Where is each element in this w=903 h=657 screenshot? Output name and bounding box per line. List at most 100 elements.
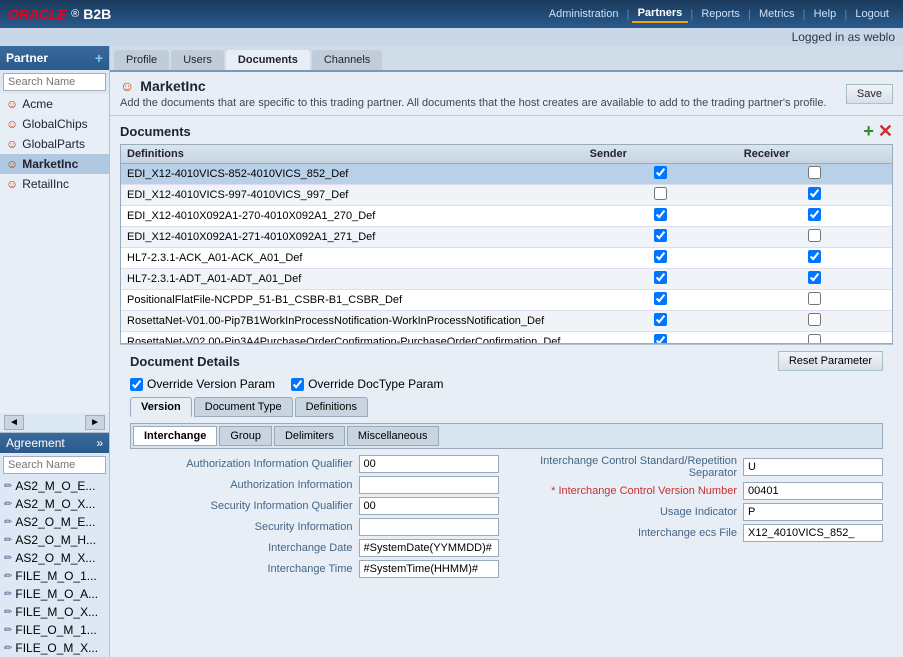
sender-checkbox-3[interactable] xyxy=(654,229,667,242)
receiver-checkbox-1[interactable] xyxy=(808,187,821,200)
interchange-tab-delimiters[interactable]: Delimiters xyxy=(274,426,345,446)
sender-cell[interactable] xyxy=(584,332,738,345)
receiver-cell[interactable] xyxy=(738,185,892,206)
sender-checkbox-2[interactable] xyxy=(654,208,667,221)
tab-profile[interactable]: Profile xyxy=(114,50,169,70)
agreement-item-5[interactable]: ✏ FILE_M_O_1... xyxy=(0,567,109,585)
tab-users[interactable]: Users xyxy=(171,50,224,70)
receiver-cell[interactable] xyxy=(738,269,892,290)
sender-cell[interactable] xyxy=(584,206,738,227)
agreement-item-9[interactable]: ✏ FILE_O_M_X... xyxy=(0,639,109,657)
receiver-checkbox-7[interactable] xyxy=(808,313,821,326)
partner-item-globalchips[interactable]: ☺ GlobalChips xyxy=(0,114,109,134)
sender-checkbox-8[interactable] xyxy=(654,334,667,344)
nav-help[interactable]: Help xyxy=(808,6,843,22)
tab-channels[interactable]: Channels xyxy=(312,50,382,70)
agreement-search-input[interactable] xyxy=(3,456,106,474)
nav-partners[interactable]: Partners xyxy=(632,5,689,23)
receiver-checkbox-6[interactable] xyxy=(808,292,821,305)
agreement-item-7[interactable]: ✏ FILE_M_O_X... xyxy=(0,603,109,621)
scroll-left-btn[interactable]: ◄ xyxy=(4,415,24,430)
receiver-cell[interactable] xyxy=(738,311,892,332)
sender-cell[interactable] xyxy=(584,185,738,206)
sender-cell[interactable] xyxy=(584,290,738,311)
table-row[interactable]: HL7-2.3.1-ADT_A01-ADT_A01_Def xyxy=(121,269,892,290)
form-input-interchange-control-version[interactable] xyxy=(743,482,883,500)
receiver-checkbox-3[interactable] xyxy=(808,229,821,242)
add-document-button[interactable]: + xyxy=(863,122,874,140)
sender-checkbox-6[interactable] xyxy=(654,292,667,305)
receiver-checkbox-4[interactable] xyxy=(808,250,821,263)
agreement-item-0[interactable]: ✏ AS2_M_O_E... xyxy=(0,477,109,495)
form-input-auth-info[interactable] xyxy=(359,476,499,494)
nav-reports[interactable]: Reports xyxy=(695,6,746,22)
sender-cell[interactable] xyxy=(584,227,738,248)
receiver-cell[interactable] xyxy=(738,164,892,185)
sender-checkbox-4[interactable] xyxy=(654,250,667,263)
add-partner-button[interactable]: + xyxy=(95,50,103,66)
agreement-item-4[interactable]: ✏ AS2_O_M_X... xyxy=(0,549,109,567)
form-input-interchange-date[interactable] xyxy=(359,539,499,557)
agreement-label-2: AS2_O_M_E... xyxy=(15,515,95,529)
nav-logout[interactable]: Logout xyxy=(849,6,895,22)
table-row[interactable]: PositionalFlatFile-NCPDP_51-B1_CSBR-B1_C… xyxy=(121,290,892,311)
remove-document-button[interactable]: ✕ xyxy=(878,122,893,140)
partner-item-retailinc[interactable]: ☺ RetailInc xyxy=(0,174,109,194)
table-row[interactable]: EDI_X12-4010VICS-997-4010VICS_997_Def xyxy=(121,185,892,206)
save-button[interactable]: Save xyxy=(846,84,893,104)
interchange-tab-interchange[interactable]: Interchange xyxy=(133,426,217,446)
form-input-security-info-qualifier[interactable] xyxy=(359,497,499,515)
agreement-item-3[interactable]: ✏ AS2_O_M_H... xyxy=(0,531,109,549)
agreement-item-6[interactable]: ✏ FILE_M_O_A... xyxy=(0,585,109,603)
sender-checkbox-0[interactable] xyxy=(654,166,667,179)
partner-item-marketinc[interactable]: ☺ MarketInc xyxy=(0,154,109,174)
receiver-cell[interactable] xyxy=(738,248,892,269)
sender-checkbox-5[interactable] xyxy=(654,271,667,284)
receiver-checkbox-5[interactable] xyxy=(808,271,821,284)
sender-cell[interactable] xyxy=(584,164,738,185)
receiver-cell[interactable] xyxy=(738,332,892,345)
agreement-item-2[interactable]: ✏ AS2_O_M_E... xyxy=(0,513,109,531)
form-input-interchange-time[interactable] xyxy=(359,560,499,578)
form-input-auth-info-qualifier[interactable] xyxy=(359,455,499,473)
sender-checkbox-1[interactable] xyxy=(654,187,667,200)
partner-item-acme[interactable]: ☺ Acme xyxy=(0,94,109,114)
sub-tab-definitions[interactable]: Definitions xyxy=(295,397,368,417)
sender-cell[interactable] xyxy=(584,269,738,290)
table-row[interactable]: EDI_X12-4010X092A1-271-4010X092A1_271_De… xyxy=(121,227,892,248)
scroll-right-btn[interactable]: ► xyxy=(85,415,105,430)
receiver-cell[interactable] xyxy=(738,290,892,311)
sender-cell[interactable] xyxy=(584,248,738,269)
nav-administration[interactable]: Administration xyxy=(543,6,625,22)
table-row[interactable]: EDI_X12-4010X092A1-270-4010X092A1_270_De… xyxy=(121,206,892,227)
interchange-tab-miscellaneous[interactable]: Miscellaneous xyxy=(347,426,439,446)
receiver-cell[interactable] xyxy=(738,206,892,227)
agreement-item-1[interactable]: ✏ AS2_M_O_X... xyxy=(0,495,109,513)
interchange-tab-group[interactable]: Group xyxy=(219,426,272,446)
form-input-interchange-ecs-file[interactable] xyxy=(743,524,883,542)
nav-metrics[interactable]: Metrics xyxy=(753,6,800,22)
table-row[interactable]: EDI_X12-4010VICS-852-4010VICS_852_Def xyxy=(121,164,892,185)
sender-checkbox-7[interactable] xyxy=(654,313,667,326)
table-row[interactable]: RosettaNet-V02.00-Pip3A4PurchaseOrderCon… xyxy=(121,332,892,345)
partner-item-globalparts[interactable]: ☺ GlobalParts xyxy=(0,134,109,154)
form-input-interchange-control-std[interactable] xyxy=(743,458,883,476)
sub-tab-document-type[interactable]: Document Type xyxy=(194,397,293,417)
receiver-checkbox-8[interactable] xyxy=(808,334,821,344)
table-row[interactable]: RosettaNet-V01.00-Pip7B1WorkInProcessNot… xyxy=(121,311,892,332)
sender-cell[interactable] xyxy=(584,311,738,332)
override-doctype-checkbox[interactable] xyxy=(291,378,304,391)
reset-parameter-button[interactable]: Reset Parameter xyxy=(778,351,883,371)
receiver-checkbox-0[interactable] xyxy=(808,166,821,179)
table-row[interactable]: HL7-2.3.1-ACK_A01-ACK_A01_Def xyxy=(121,248,892,269)
form-input-usage-indicator[interactable] xyxy=(743,503,883,521)
sub-tab-version[interactable]: Version xyxy=(130,397,192,417)
tab-documents[interactable]: Documents xyxy=(226,50,310,70)
agreement-item-8[interactable]: ✏ FILE_O_M_1... xyxy=(0,621,109,639)
form-input-security-info[interactable] xyxy=(359,518,499,536)
override-version-checkbox[interactable] xyxy=(130,378,143,391)
receiver-cell[interactable] xyxy=(738,227,892,248)
receiver-checkbox-2[interactable] xyxy=(808,208,821,221)
partner-search-input[interactable] xyxy=(3,73,106,91)
agreement-expand-icon[interactable]: » xyxy=(96,436,103,450)
